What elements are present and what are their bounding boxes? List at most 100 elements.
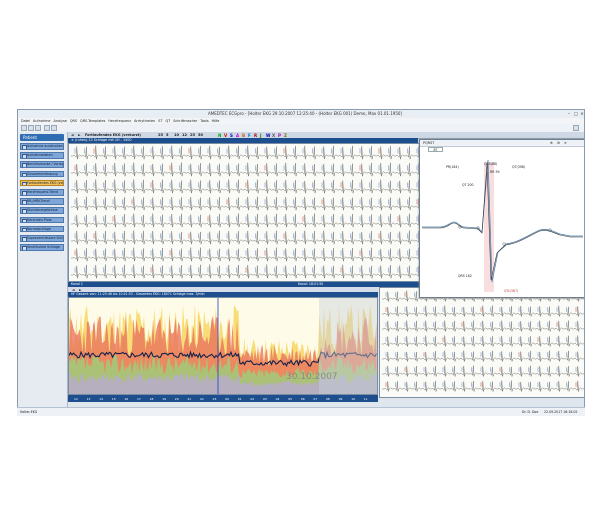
beat-class-N[interactable]: N (218, 133, 221, 138)
timeline-hour: 09 (338, 396, 343, 401)
sidebar: Patient Aufnahme ausdrucken Aufnahmedaten… (18, 132, 68, 408)
detail-ecg-strips (382, 290, 584, 392)
forward-icon[interactable] (51, 125, 57, 131)
speed-option-4[interactable]: 25 (190, 133, 195, 137)
sidebar-item-6[interactable]: RR-/HRV-Trend (20, 198, 64, 205)
back-icon[interactable] (44, 125, 50, 131)
speed-option-3[interactable]: 12 (182, 133, 187, 137)
popup-toolbar: PQRST ⊕ ⚙ ✕ (420, 140, 584, 147)
pr-label: PR(164) (446, 165, 459, 169)
sidebar-item-label: Fortlaufendes EKG (verkurzt) (27, 180, 63, 185)
sidebar-item-label: Ventrikulare Schlage (27, 245, 60, 250)
status-bar: Holter-EKG Dr. D. Doe 22.09.2017 16:18:0… (17, 407, 585, 416)
beat-class-P[interactable]: P (278, 133, 281, 138)
ecg-trace (71, 162, 433, 177)
print-icon[interactable] (35, 125, 41, 131)
open-icon[interactable] (21, 125, 27, 131)
timeline-hour: 12 (74, 396, 78, 401)
beat-class-B[interactable]: B (242, 133, 245, 138)
ecg-trace (382, 335, 584, 347)
sidebar-item-label: RR-/HRV-Trend (27, 199, 50, 204)
qrs-measurement-popup[interactable]: PQRST ⊕ ⚙ ✕ 87 PR(164) QRS(88) QT(398) R… (419, 139, 584, 298)
sidebar-item-label: Herzraten-Plots (27, 217, 52, 222)
sidebar-item-9[interactable]: Normalschlage (20, 225, 64, 233)
sidebar-item-label: Berichtsmaske / Vorlagen (27, 162, 64, 167)
beat-class-Z[interactable]: Z (284, 133, 287, 138)
beat-class-S[interactable]: S (230, 133, 233, 138)
report-icon (22, 172, 27, 177)
close-icon[interactable]: × (579, 111, 584, 116)
report-icon (22, 154, 27, 158)
detail-ecg-panel[interactable] (379, 287, 584, 398)
speed-option-2[interactable]: 10 (174, 133, 179, 137)
sidebar-item-1[interactable]: Aufnahmedaten (20, 152, 64, 159)
sidebar-item-7[interactable]: Stundenergebnisse (20, 207, 64, 214)
sidebar-item-11[interactable]: Ventrikulare Schlage (20, 244, 64, 251)
timeline-hour: 03 (263, 396, 267, 401)
zoom-icon[interactable]: ⊕ (550, 141, 553, 145)
sidebar-item-10[interactable]: Supraventrikulare Schlage (20, 235, 64, 242)
ecg-trace (71, 264, 433, 279)
qrs-label: QRS(88) (484, 162, 498, 166)
sidebar-item-8[interactable]: Herzraten-Plots (20, 216, 64, 224)
timeline-hour: 18 (149, 396, 154, 401)
wave-point-marker[interactable] (502, 242, 506, 246)
tab-title[interactable]: Fortlaufendes EKG (verkurzt) (84, 133, 142, 138)
ecg-trace (382, 320, 584, 332)
report-icon (22, 163, 27, 168)
timeline-hour: 15 (111, 396, 116, 401)
pqrst-tab[interactable]: PQRST (423, 141, 434, 145)
trend-timeline[interactable]: 12 13 14 15 16 17 18 19 20 21 22 23 00 01 02 03 04 05 06 07… (68, 395, 378, 402)
ecg-trace (382, 350, 584, 362)
ecg-trace (382, 380, 584, 392)
ecg-trace (71, 247, 433, 262)
save-icon[interactable] (28, 125, 34, 131)
qtc-label: QTc(387) (504, 289, 519, 293)
ecg-trace (71, 213, 433, 228)
sidebar-item-5[interactable]: Herzfrequenz-Trend (20, 189, 64, 196)
popup-close-icon[interactable]: ✕ (564, 141, 567, 145)
timeline-hour: 21 (187, 396, 192, 401)
beat-class-V[interactable]: V (224, 133, 227, 138)
trend-date-overlay: 30.10.2007 (286, 372, 338, 382)
settings-icon[interactable]: ⚙ (557, 141, 560, 145)
sidebar-item-0[interactable]: Aufnahme ausdrucken (20, 143, 64, 150)
qrs-current-beat (422, 163, 583, 281)
nav-left-icon[interactable]: ◄ (70, 133, 75, 138)
report-icon (22, 218, 27, 223)
beat-class-F[interactable]: F (248, 133, 251, 138)
report-icon (22, 237, 27, 241)
ecg-trace (71, 179, 433, 194)
ecg-trace (382, 305, 584, 317)
ecg-trace (71, 196, 433, 211)
window-title: AMEDTEC ECGpro - [Holter EKG 29.10.2007 … (208, 111, 402, 116)
beat-class-A[interactable]: A (236, 133, 239, 138)
timeline-hour: 17 (137, 396, 141, 401)
nav-right-icon[interactable]: ► (77, 133, 82, 138)
sidebar-item-label: Supraventrikulare Schlage (27, 236, 63, 240)
timeline-hour: 14 (99, 396, 104, 401)
timeline-hour: 11 (363, 396, 368, 401)
sidebar-item-2[interactable]: Berichtsmaske / Vorlagen (20, 161, 64, 168)
timeline-hour: 00 (225, 396, 230, 401)
report-icon (22, 246, 27, 250)
speed-option-1[interactable]: 5 (166, 133, 169, 137)
beat-class-R[interactable]: R (254, 133, 257, 138)
speed-option-5[interactable]: 50 (198, 133, 203, 137)
minimize-icon[interactable]: – (566, 111, 572, 116)
close-view-icon[interactable] (573, 125, 579, 131)
sidebar-item-label: Aufnahme ausdrucken (27, 144, 63, 148)
patient-button[interactable]: Patient (20, 134, 64, 141)
report-icon (22, 191, 27, 195)
ecg-strip-panel[interactable] (68, 143, 433, 282)
beat-class-W[interactable]: W (266, 133, 270, 138)
sidebar-item-label: Zusammenfassung (27, 171, 58, 176)
sidebar-item-3[interactable]: Zusammenfassung (20, 170, 64, 178)
timeline-hour: 04 (275, 396, 280, 401)
beat-class-J[interactable]: J (260, 133, 262, 138)
beat-class-X[interactable]: X (272, 133, 275, 138)
report-icon (22, 227, 27, 232)
speed-option-0[interactable]: 25 (158, 133, 163, 137)
timeline-hour: 01 (237, 396, 242, 401)
sidebar-item-4[interactable]: Fortlaufendes EKG (verkurzt) (20, 179, 64, 187)
